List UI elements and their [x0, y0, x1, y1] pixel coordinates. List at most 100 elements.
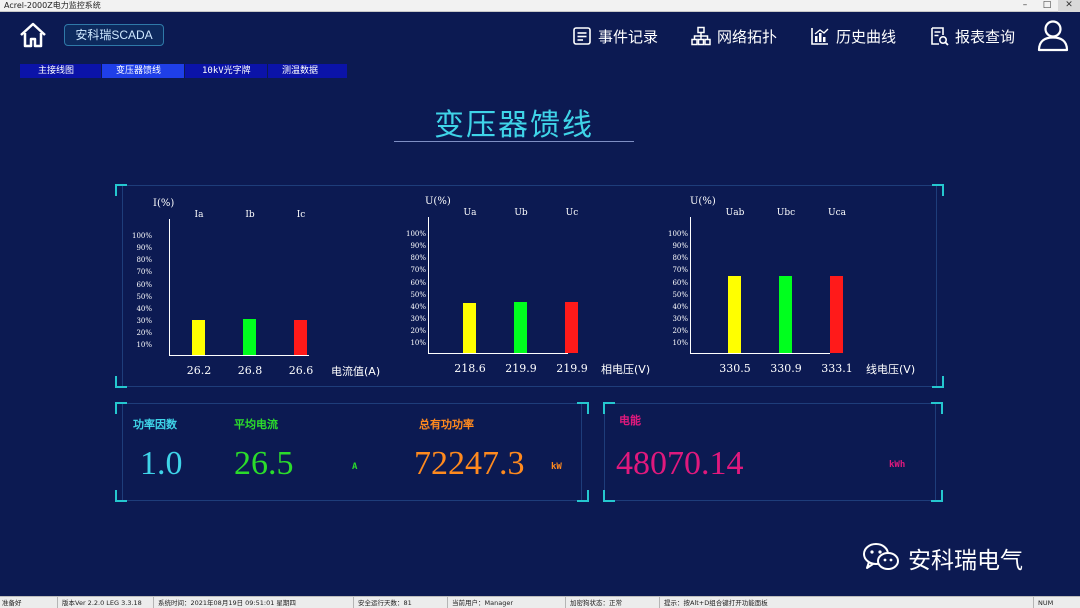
chart-y-tick: 70%: [672, 266, 688, 275]
chart-y-tick: 90%: [672, 242, 688, 251]
wechat-watermark: 安科瑞电气: [862, 540, 1023, 576]
title-underline: [394, 141, 634, 142]
nav-network-topology-label: 网络拓扑: [717, 27, 778, 46]
avg-current-label: 平均电流: [234, 418, 278, 431]
chart-y-tick: 80%: [136, 256, 152, 265]
network-topology-icon: [691, 26, 711, 46]
chart-y-tick: 30%: [672, 314, 688, 323]
status-hint: 提示：按Alt+D组合键打开功能面板: [662, 597, 1034, 608]
chart-value-label: 219.9: [505, 362, 537, 375]
chart-x-axis: [428, 353, 568, 354]
chart-y-tick: 20%: [136, 328, 152, 337]
panel-corner: [932, 184, 944, 196]
chart-category-label: Ub: [514, 208, 528, 218]
chart-y-tick: 80%: [410, 254, 426, 263]
chart-y-tick: 70%: [136, 268, 152, 277]
avg-current-value: 26.5: [234, 445, 294, 482]
home-icon[interactable]: [18, 21, 48, 49]
chart-y-tick: 50%: [672, 290, 688, 299]
user-icon[interactable]: [1036, 18, 1070, 52]
chart-y-tick: 40%: [410, 302, 426, 311]
window-controls: – □ ✕: [1014, 0, 1080, 12]
chart-y-axis: [169, 219, 170, 355]
tab-main-wiring[interactable]: 主接线图: [20, 64, 101, 78]
chart-y-tick: 20%: [672, 326, 688, 335]
panel-corner: [577, 402, 589, 414]
avg-current-unit: A: [352, 462, 358, 472]
page-title: 变压器馈线: [434, 108, 594, 143]
chart-bar: [830, 275, 843, 353]
status-current-user: 当前用户：Manager: [450, 597, 566, 608]
chart-bar: [728, 275, 741, 353]
nav-network-topology[interactable]: 网络拓扑: [691, 22, 777, 50]
chart-y-tick: 40%: [136, 304, 152, 313]
chart-y-tick: 50%: [410, 290, 426, 299]
chart-x-label: 电流值(A): [331, 365, 381, 378]
tab-10kv-annunciator[interactable]: 10kV光字牌: [185, 64, 267, 78]
panel-corner: [115, 376, 127, 388]
chart-y-tick: 50%: [136, 292, 152, 301]
panel-corner: [932, 376, 944, 388]
panel-corner: [577, 490, 589, 502]
chart-bar: [514, 301, 527, 353]
chart-category-label: Ib: [245, 210, 255, 220]
chart-value-label: 218.6: [454, 362, 486, 375]
chart-y-tick: 30%: [136, 316, 152, 325]
chart-y-tick: 100%: [131, 232, 152, 241]
nav-history-chart[interactable]: 历史曲线: [810, 22, 896, 50]
status-version: 版本Ver 2.2.0 LEG 3.3.18: [60, 597, 154, 608]
watermark-label: 安科瑞电气: [908, 548, 1023, 574]
chart-y-axis: [428, 217, 429, 353]
brand-button[interactable]: 安科瑞SCADA: [64, 24, 164, 46]
power-factor-label: 功率因数: [133, 418, 177, 431]
chart-y-tick: 80%: [672, 254, 688, 263]
chart-y-tick: 100%: [405, 230, 426, 239]
panel-corner: [115, 490, 127, 502]
status-dongle: 加密狗状态：正常: [568, 597, 660, 608]
maximize-button[interactable]: □: [1036, 0, 1058, 12]
chart-y-tick: 90%: [410, 242, 426, 251]
panel-corner: [603, 490, 615, 502]
chart-bar: [779, 275, 792, 353]
wechat-icon: [863, 543, 899, 570]
status-system-time: 系统时间：2021年08月19日 09:51:01 星期四: [156, 597, 354, 608]
nav-report-search[interactable]: 报表查询: [929, 22, 1015, 50]
chart-x-label: 线电压(V): [866, 363, 916, 376]
chart-y-tick: 100%: [667, 230, 688, 239]
chart-y-tick: 60%: [672, 278, 688, 287]
chart-y-tick: 10%: [672, 339, 688, 347]
chart-value-label: 330.5: [719, 362, 751, 375]
nav-report-search-label: 报表查询: [955, 27, 1016, 46]
history-chart-icon: [811, 28, 829, 45]
chart-value-label: 26.6: [288, 364, 314, 377]
chart-bar: [565, 301, 578, 353]
chart-value-label: 330.9: [770, 362, 802, 375]
window-title: Acrel-2000Z电力监控系统: [4, 1, 101, 10]
chart-y-tick: 60%: [410, 278, 426, 287]
chart-value-label: 26.2: [186, 364, 212, 377]
panel-corner: [931, 490, 943, 502]
chart-unit-label: I(%): [153, 198, 175, 209]
chart-x-label: 相电压(V): [601, 363, 651, 376]
page-tabs: 主接线图 变压器馈线 10kV光字牌 测温数据: [20, 64, 348, 78]
tab-transformer-feeder[interactable]: 变压器馈线: [102, 64, 184, 78]
chart-category-label: Ic: [296, 210, 306, 220]
chart-y-tick: 90%: [136, 244, 152, 253]
tab-temperature-data[interactable]: 测温数据: [268, 64, 347, 78]
total-active-power-value: 72247.3: [414, 445, 525, 482]
minimize-button[interactable]: –: [1014, 0, 1036, 12]
panel-corner: [603, 402, 615, 414]
status-ready: 准备好: [0, 597, 58, 608]
nav-history-chart-label: 历史曲线: [836, 27, 897, 46]
chart-category-label: Ia: [194, 210, 204, 220]
chart-x-axis: [690, 353, 830, 354]
chart-y-tick: 30%: [410, 314, 426, 323]
panel-corner: [115, 402, 127, 414]
close-button[interactable]: ✕: [1058, 0, 1080, 12]
energy-label: 电能: [619, 414, 641, 427]
nav-event-log[interactable]: 事件记录: [572, 22, 658, 50]
chart-value-label: 333.1: [821, 362, 853, 375]
energy-unit: kWh: [889, 460, 906, 470]
status-num-lock: NUM: [1038, 599, 1054, 607]
chart-y-axis: [690, 217, 691, 353]
